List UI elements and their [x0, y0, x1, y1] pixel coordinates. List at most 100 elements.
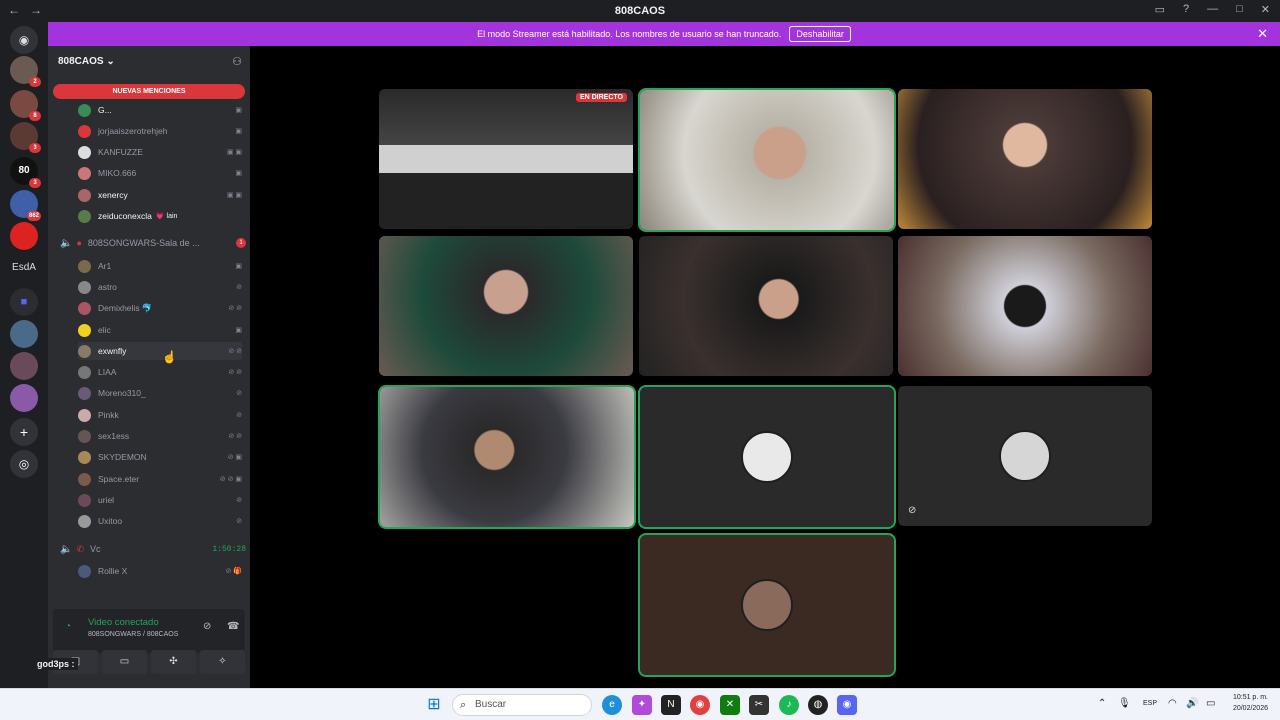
- avatar: [78, 209, 91, 223]
- edge-icon[interactable]: e: [602, 695, 622, 715]
- maximize-icon[interactable]: □: [1236, 3, 1243, 16]
- noise-suppression-icon[interactable]: ⊘: [203, 621, 211, 632]
- video-grid: EN DIRECTO ⊘: [250, 46, 1280, 688]
- window-controls: ▭ ? — □ ✕: [1155, 3, 1270, 16]
- notion-icon[interactable]: N: [661, 695, 681, 715]
- member-item[interactable]: Moreno310_ ⊘: [78, 384, 242, 402]
- member-item[interactable]: KANFUZZE ▣ ▣: [78, 143, 242, 161]
- member-item[interactable]: MIKO.666 ▣: [78, 164, 242, 182]
- search-icon: ⌕: [460, 699, 467, 711]
- avatar-tile[interactable]: [638, 533, 896, 677]
- member-item[interactable]: xenercy ▣ ▣: [78, 186, 242, 204]
- server-icon-7[interactable]: [10, 320, 38, 348]
- windows-start-icon[interactable]: ⊞: [424, 695, 444, 715]
- title-bar: ← → 808CAOS ▭ ? — □ ✕: [0, 0, 1280, 22]
- server-icon-6[interactable]: [10, 222, 38, 250]
- member-item[interactable]: zeiduconexcla 💗 lain: [78, 207, 242, 225]
- copilot-icon[interactable]: ✦: [632, 695, 652, 715]
- banner-text: El modo Streamer está habilitado. Los no…: [477, 29, 782, 39]
- member-item[interactable]: SKYDEMON ⊘ ▣: [78, 448, 242, 466]
- explore-icon[interactable]: ◎: [10, 450, 38, 478]
- add-member-icon[interactable]: ⚇: [232, 55, 242, 68]
- discord-home-icon[interactable]: ◉: [10, 26, 38, 54]
- avatar: [78, 564, 91, 578]
- member-item-hovered[interactable]: exwnfly ⊘ ⊘: [78, 342, 242, 360]
- add-server-icon[interactable]: +: [10, 418, 38, 446]
- wifi-icon[interactable]: ◠: [1168, 698, 1177, 709]
- folder-icon[interactable]: ■: [10, 288, 38, 316]
- voice-channel-808songwars[interactable]: 🔈 ● 808SONGWARS-Sala de ... 1: [60, 234, 246, 252]
- disable-streamer-button[interactable]: Deshabilitar: [789, 26, 851, 42]
- activity-button[interactable]: ✣: [151, 650, 196, 674]
- server-icon-3[interactable]: 3: [10, 122, 41, 153]
- video-tile[interactable]: [378, 385, 636, 529]
- help-icon[interactable]: ?: [1183, 3, 1189, 16]
- close-banner-icon[interactable]: ✕: [1257, 26, 1268, 42]
- member-item[interactable]: Uxitoo ⊘: [78, 512, 242, 530]
- stream-tile[interactable]: EN DIRECTO: [379, 89, 633, 229]
- obs-icon[interactable]: ◍: [808, 695, 828, 715]
- disconnect-icon[interactable]: ☎: [227, 621, 239, 632]
- voice-connection-panel: ◔ Video conectado 808SONGWARS / 808CAOS …: [53, 609, 245, 653]
- avatar: [78, 323, 91, 337]
- server-icon-5[interactable]: 862: [10, 190, 41, 221]
- windows-taskbar: ⊞ ⌕ Buscar e ✦ N ◉ ✕ ✂ ♪ ◍ ◉ ⌃ 🎙 ESP ◠ 🔊…: [0, 688, 1280, 720]
- tray-chevron-icon[interactable]: ⌃: [1098, 698, 1106, 709]
- server-icon-808caos[interactable]: 80 3: [10, 157, 41, 188]
- avatar: [78, 344, 91, 358]
- xbox-icon[interactable]: ✕: [720, 695, 740, 715]
- battery-icon[interactable]: ▭: [1206, 698, 1215, 709]
- soundboard-button[interactable]: ✧: [200, 650, 245, 674]
- inbox-icon[interactable]: ▭: [1155, 3, 1165, 16]
- member-item[interactable]: LIAA ⊘ ⊘: [78, 363, 242, 381]
- member-item[interactable]: G... ▣: [78, 101, 242, 119]
- capcut-icon[interactable]: ✂: [749, 695, 769, 715]
- screen-share-button[interactable]: ▭: [102, 650, 147, 674]
- server-icon-9[interactable]: [10, 384, 38, 412]
- member-item[interactable]: Demixhelis 🐬 ⊘ ⊘: [78, 299, 242, 317]
- video-tile[interactable]: [638, 88, 896, 232]
- guild-name[interactable]: 808CAOS ⌄: [58, 56, 115, 67]
- channel-sidebar: 808CAOS ⌄ ⚇ NUEVAS MENCIONES G... ▣ jorja…: [34, 46, 250, 688]
- voice-channel-vc[interactable]: 🔈 ✆ Vc 1:50:28: [60, 540, 246, 558]
- microphone-icon[interactable]: 🎙: [1118, 698, 1131, 709]
- language-indicator[interactable]: ESP: [1143, 700, 1157, 707]
- server-icon-8[interactable]: [10, 352, 38, 380]
- member-item[interactable]: elic ▣: [78, 321, 242, 339]
- taskbar-search[interactable]: ⌕ Buscar: [452, 694, 592, 716]
- user-avatar: [741, 431, 793, 483]
- server-folder-label[interactable]: EsdA: [6, 262, 42, 273]
- avatar-tile[interactable]: ⊘: [898, 386, 1152, 526]
- volume-icon[interactable]: 🔊: [1186, 698, 1198, 709]
- video-tile[interactable]: [898, 89, 1152, 229]
- member-item[interactable]: sex1ess ⊘ ⊘: [78, 427, 242, 445]
- close-window-icon[interactable]: ✕: [1261, 3, 1270, 16]
- chrome-icon[interactable]: ◉: [690, 695, 710, 715]
- user-avatar: [741, 579, 793, 631]
- member-item[interactable]: jorjaaiszerotrehjeh ▣: [78, 122, 242, 140]
- new-mentions-pill[interactable]: NUEVAS MENCIONES: [53, 84, 245, 99]
- clock[interactable]: 10:51 p. m. 20/02/2026: [1233, 692, 1268, 714]
- minimize-icon[interactable]: —: [1207, 3, 1218, 16]
- member-item[interactable]: Pinkk ⊘: [78, 406, 242, 424]
- user-name[interactable]: god3ps :: [34, 658, 78, 670]
- mic-muted-icon: ⊘: [908, 505, 917, 516]
- member-item[interactable]: Rollie X ⊘ 🎁: [78, 562, 242, 580]
- member-item[interactable]: Ar1 ▣: [78, 257, 242, 275]
- video-tile[interactable]: [898, 236, 1152, 376]
- signal-icon[interactable]: ◔: [65, 621, 71, 632]
- avatar-tile[interactable]: [638, 385, 896, 529]
- member-item[interactable]: uriel ⊘: [78, 491, 242, 509]
- phone-icon: ✆: [76, 543, 84, 554]
- spotify-icon[interactable]: ♪: [779, 695, 799, 715]
- discord-taskbar-icon[interactable]: ◉: [837, 695, 857, 715]
- member-item[interactable]: astro ⊘: [78, 278, 242, 296]
- live-badge: EN DIRECTO: [575, 93, 627, 102]
- video-tile[interactable]: [379, 236, 633, 376]
- server-icon-1[interactable]: 2: [10, 56, 41, 87]
- video-tile[interactable]: [639, 236, 893, 376]
- avatar: [78, 429, 91, 443]
- avatar: [78, 188, 91, 202]
- member-item[interactable]: Space.eter ⊘ ⊘ ▣: [78, 470, 242, 488]
- server-icon-2[interactable]: 8: [10, 90, 41, 121]
